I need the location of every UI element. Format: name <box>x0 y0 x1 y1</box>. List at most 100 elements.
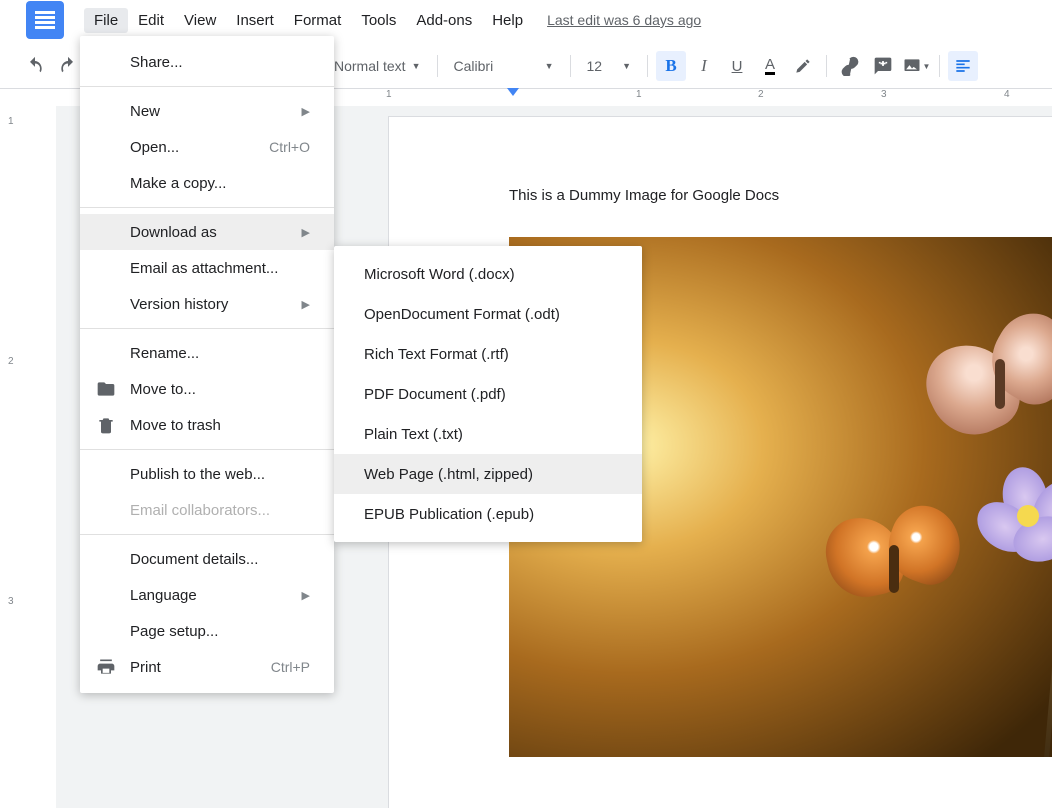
font-family-select[interactable]: Calibri ▼ <box>446 51 562 81</box>
menu-edit[interactable]: Edit <box>128 8 174 33</box>
caret-down-icon: ▼ <box>545 61 554 71</box>
ruler-tick: 1 <box>8 116 14 127</box>
menu-view[interactable]: View <box>174 8 226 33</box>
last-edit-link[interactable]: Last edit was 6 days ago <box>547 12 701 28</box>
menu-item-label: Move to... <box>130 381 196 398</box>
download-html[interactable]: Web Page (.html, zipped) <box>334 454 642 494</box>
menu-insert[interactable]: Insert <box>226 8 284 33</box>
menu-item-page-setup[interactable]: Page setup... <box>80 613 334 649</box>
download-as-submenu: Microsoft Word (.docx) OpenDocument Form… <box>334 246 642 542</box>
font-size-label: 12 <box>587 58 603 74</box>
download-pdf[interactable]: PDF Document (.pdf) <box>334 374 642 414</box>
paragraph-style-label: Normal text <box>334 58 406 74</box>
menubar: File Edit View Insert Format Tools Add-o… <box>0 6 1052 34</box>
menu-tools[interactable]: Tools <box>351 8 406 33</box>
document-body-text[interactable]: This is a Dummy Image for Google Docs <box>509 187 779 204</box>
caret-down-icon: ▼ <box>622 61 631 71</box>
menu-help[interactable]: Help <box>482 8 533 33</box>
menu-item-label: Plain Text (.txt) <box>364 426 463 443</box>
bold-button[interactable]: B <box>656 51 686 81</box>
menu-item-email-collaborators: Email collaborators... <box>80 492 334 528</box>
menu-item-make-copy[interactable]: Make a copy... <box>80 165 334 201</box>
menu-item-label: OpenDocument Format (.odt) <box>364 306 560 323</box>
menu-item-label: Email collaborators... <box>130 502 270 519</box>
download-odt[interactable]: OpenDocument Format (.odt) <box>334 294 642 334</box>
vertical-ruler: 1 2 3 <box>0 106 24 808</box>
menu-item-label: Make a copy... <box>130 175 226 192</box>
menu-item-label: Print <box>130 659 161 676</box>
menu-format[interactable]: Format <box>284 8 352 33</box>
menu-item-label: New <box>130 103 160 120</box>
undo-icon <box>25 56 45 76</box>
menu-item-label: Move to trash <box>130 417 221 434</box>
ruler-tick: 2 <box>8 356 14 367</box>
menu-item-rename[interactable]: Rename... <box>80 335 334 371</box>
menu-item-label: Page setup... <box>130 623 218 640</box>
text-color-icon: A <box>765 58 775 75</box>
redo-button[interactable] <box>53 51 83 81</box>
ruler-tick: 2 <box>758 89 764 100</box>
submenu-arrow-icon: ▶ <box>302 298 310 311</box>
comment-icon <box>873 56 893 76</box>
text-color-button[interactable]: A <box>755 51 785 81</box>
insert-link-button[interactable] <box>835 51 865 81</box>
flower-stem-shape <box>1042 557 1052 757</box>
toolbar-separator <box>826 55 827 77</box>
highlight-icon <box>793 56 813 76</box>
menu-item-open[interactable]: Open...Ctrl+O <box>80 129 334 165</box>
file-dropdown-menu: Share... New ▶ Open...Ctrl+O Make a copy.… <box>80 36 334 693</box>
redo-icon <box>58 56 78 76</box>
insert-image-button[interactable]: ▼ <box>901 51 931 81</box>
image-icon <box>902 56 922 76</box>
menu-shortcut: Ctrl+O <box>269 139 310 155</box>
trash-icon <box>96 415 116 435</box>
align-left-button[interactable] <box>948 51 978 81</box>
ruler-tick: 1 <box>386 89 392 100</box>
insert-comment-button[interactable] <box>868 51 898 81</box>
menu-item-new[interactable]: New ▶ <box>80 93 334 129</box>
menu-file[interactable]: File <box>84 8 128 33</box>
ruler-tick: 3 <box>8 596 14 607</box>
menu-item-label: EPUB Publication (.epub) <box>364 506 534 523</box>
underline-button[interactable]: U <box>722 51 752 81</box>
download-rtf[interactable]: Rich Text Format (.rtf) <box>334 334 642 374</box>
butterfly-shape <box>917 297 1052 447</box>
menu-item-version-history[interactable]: Version history ▶ <box>80 286 334 322</box>
menu-shortcut: Ctrl+P <box>271 659 310 675</box>
menu-item-label: PDF Document (.pdf) <box>364 386 506 403</box>
menu-item-label: Document details... <box>130 551 258 568</box>
download-txt[interactable]: Plain Text (.txt) <box>334 414 642 454</box>
menu-item-email-attachment[interactable]: Email as attachment... <box>80 250 334 286</box>
paragraph-style-select[interactable]: Normal text ▼ <box>326 51 429 81</box>
indent-marker[interactable] <box>507 88 519 96</box>
menu-item-share[interactable]: Share... <box>80 44 334 80</box>
align-left-icon <box>953 56 973 76</box>
menu-item-label: Rich Text Format (.rtf) <box>364 346 509 363</box>
font-size-select[interactable]: 12 ▼ <box>579 51 640 81</box>
menu-item-language[interactable]: Language▶ <box>80 577 334 613</box>
docs-logo-icon[interactable] <box>26 1 64 39</box>
link-icon <box>840 56 860 76</box>
download-epub[interactable]: EPUB Publication (.epub) <box>334 494 642 534</box>
menu-item-move-to[interactable]: Move to... <box>80 371 334 407</box>
menu-item-label: Rename... <box>130 345 199 362</box>
undo-button[interactable] <box>20 51 50 81</box>
italic-button[interactable]: I <box>689 51 719 81</box>
menu-item-move-to-trash[interactable]: Move to trash <box>80 407 334 443</box>
menu-addons[interactable]: Add-ons <box>406 8 482 33</box>
ruler-tick: 1 <box>636 89 642 100</box>
menu-item-print[interactable]: Print Ctrl+P <box>80 649 334 685</box>
italic-icon: I <box>701 56 707 76</box>
menu-item-download-as[interactable]: Download as▶ <box>80 214 334 250</box>
submenu-arrow-icon: ▶ <box>302 105 310 118</box>
menu-item-document-details[interactable]: Document details... <box>80 541 334 577</box>
toolbar-separator <box>647 55 648 77</box>
highlight-button[interactable] <box>788 51 818 81</box>
toolbar-separator <box>437 55 438 77</box>
ruler-tick: 4 <box>1004 89 1010 100</box>
submenu-arrow-icon: ▶ <box>302 589 310 602</box>
menu-item-publish-web[interactable]: Publish to the web... <box>80 456 334 492</box>
menu-item-label: Version history <box>130 296 228 313</box>
download-docx[interactable]: Microsoft Word (.docx) <box>334 254 642 294</box>
menu-item-label: Email as attachment... <box>130 260 278 277</box>
